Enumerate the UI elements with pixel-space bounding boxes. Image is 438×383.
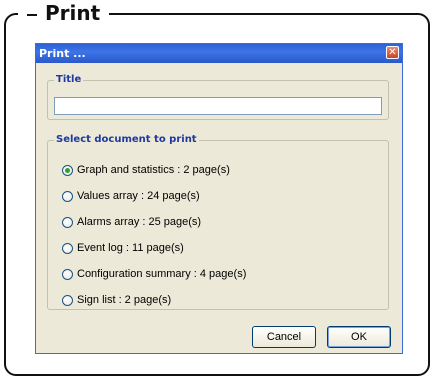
radio-icon[interactable]: [62, 268, 73, 280]
option-label: Configuration summary : 4 page(s): [77, 268, 247, 280]
dialog-title: Print ...: [39, 47, 86, 60]
option-label: Event log : 11 page(s): [77, 242, 184, 254]
option-event-log[interactable]: Event log : 11 page(s): [62, 241, 184, 255]
print-dialog: Print ... ✕ Title Select document to pri…: [35, 43, 403, 354]
documents-groupbox: Select document to print Graph and stati…: [47, 134, 389, 310]
close-button[interactable]: ✕: [386, 46, 399, 59]
radio-icon[interactable]: [62, 294, 73, 306]
radio-icon[interactable]: [62, 190, 73, 202]
radio-icon[interactable]: [62, 216, 73, 228]
option-graph-statistics[interactable]: Graph and statistics : 2 page(s): [62, 163, 230, 177]
ok-button[interactable]: OK: [327, 326, 391, 348]
option-label: Graph and statistics : 2 page(s): [77, 164, 230, 176]
option-label: Alarms array : 25 page(s): [77, 216, 202, 228]
close-icon: ✕: [388, 47, 397, 58]
option-alarms-array[interactable]: Alarms array : 25 page(s): [62, 215, 201, 229]
cancel-button[interactable]: Cancel: [252, 326, 316, 348]
radio-icon[interactable]: [62, 164, 73, 176]
frame-dash: [27, 13, 37, 16]
option-configuration-summary[interactable]: Configuration summary : 4 page(s): [62, 267, 246, 281]
documents-group-label: Select document to print: [54, 134, 199, 146]
frame-title-text: Print: [45, 1, 101, 25]
option-values-array[interactable]: Values array : 24 page(s): [62, 189, 200, 203]
radio-icon[interactable]: [62, 242, 73, 254]
frame-title: Print: [18, 1, 110, 25]
title-input[interactable]: [54, 97, 382, 115]
option-sign-list[interactable]: Sign list : 2 page(s): [62, 293, 171, 307]
title-group-label: Title: [54, 74, 84, 86]
option-label: Values array : 24 page(s): [77, 190, 200, 202]
dialog-titlebar: Print ... ✕: [36, 44, 402, 63]
title-groupbox: Title: [47, 74, 389, 120]
option-label: Sign list : 2 page(s): [77, 294, 172, 306]
